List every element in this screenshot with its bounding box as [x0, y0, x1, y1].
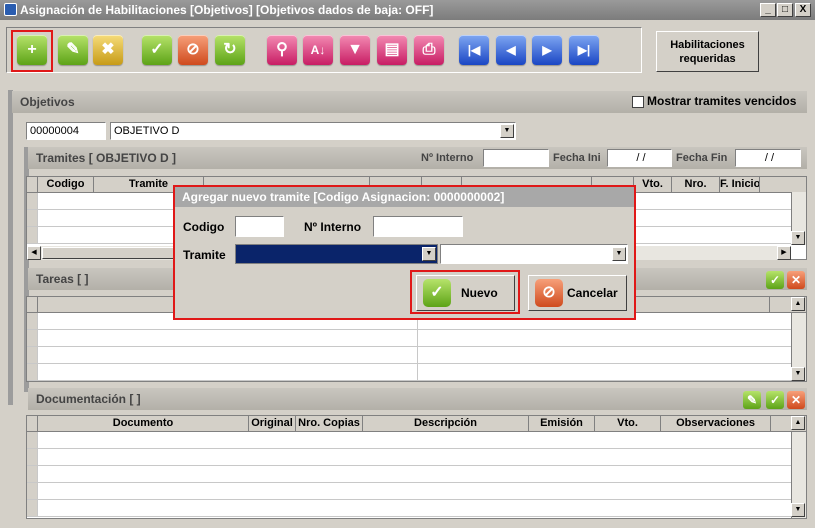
nuevo-label: Nuevo — [461, 286, 498, 300]
dialog-tramite-label: Tramite — [183, 248, 226, 262]
col-nro[interactable]: Nro. — [672, 177, 720, 192]
tramites-interno-field[interactable] — [483, 149, 549, 167]
last-record-button[interactable]: ▶| — [569, 35, 599, 65]
cancelar-label: Cancelar — [567, 286, 618, 300]
col-documento[interactable]: Documento — [38, 416, 249, 431]
col-nro-copias[interactable]: Nro. Copias — [296, 416, 363, 431]
accept-button[interactable]: ✓ — [142, 35, 172, 65]
documentacion-grid[interactable]: Documento Original Nro. Copias Descripci… — [26, 415, 807, 519]
col-original[interactable]: Original — [249, 416, 296, 431]
documentacion-title: Documentación [ ] — [36, 392, 141, 406]
dialog-tramite-select[interactable] — [235, 244, 438, 264]
cancelar-button[interactable]: ⊘ Cancelar — [528, 275, 627, 311]
cancel-edit-button[interactable]: ⊘ — [178, 35, 208, 65]
table-row[interactable] — [27, 483, 806, 500]
table-row[interactable] — [27, 347, 806, 364]
table-row[interactable] — [27, 449, 806, 466]
table-row[interactable] — [27, 466, 806, 483]
nuevo-button[interactable]: ✓ Nuevo — [416, 275, 515, 311]
documentacion-scroll-down[interactable]: ▼ — [791, 503, 805, 517]
table-row[interactable] — [27, 500, 806, 517]
fecha-ini-field[interactable]: / / — [607, 149, 672, 167]
documentacion-scroll-up[interactable]: ▲ — [791, 416, 805, 430]
first-record-button[interactable]: |◀ — [459, 35, 489, 65]
sort-button[interactable]: A↓ — [303, 35, 333, 65]
dialog-codigo-input[interactable] — [235, 216, 284, 237]
col-vto[interactable]: Vto. — [634, 177, 672, 192]
tramites-scroll-down[interactable]: ▼ — [791, 231, 805, 245]
table-row[interactable] — [27, 330, 806, 347]
tramites-scroll-left[interactable]: ◀ — [27, 246, 41, 260]
col-observaciones[interactable]: Observaciones — [661, 416, 771, 431]
documentacion-accept-icon[interactable]: ✓ — [766, 391, 784, 409]
clipboard-button[interactable]: ▤ — [377, 35, 407, 65]
documentacion-header: Documentación [ ] — [28, 388, 807, 410]
tramites-interno-label: Nº Interno — [421, 152, 474, 164]
app-icon — [4, 3, 17, 16]
table-row[interactable] — [27, 364, 806, 381]
table-row[interactable] — [27, 432, 806, 449]
nuevo-check-icon: ✓ — [423, 279, 451, 307]
col-f-inicio[interactable]: F. Inicio — [720, 177, 760, 192]
documentacion-edit-icon[interactable]: ✎ — [743, 391, 761, 409]
col-vto-doc[interactable]: Vto. — [595, 416, 661, 431]
documentacion-cancel-icon[interactable]: ✕ — [787, 391, 805, 409]
objetivo-code-field[interactable]: 00000004 — [26, 122, 106, 140]
objetivo-name-select[interactable]: OBJETIVO D — [110, 122, 516, 140]
window-title: Asignación de Habilitaciones [Objetivos]… — [20, 3, 434, 17]
tareas-cancel-icon[interactable]: ✕ — [787, 271, 805, 289]
minimize-button[interactable]: _ — [760, 3, 776, 17]
dialog-interno-input[interactable] — [373, 216, 463, 237]
edit-button[interactable]: ✎ — [58, 35, 88, 65]
tareas-scroll-down[interactable]: ▼ — [791, 367, 805, 381]
col-codigo[interactable]: Codigo — [38, 177, 94, 192]
dialog-tramite-detail-select[interactable] — [440, 244, 628, 264]
tareas-scroll-up[interactable]: ▲ — [791, 297, 805, 311]
dialog-tramite-detail-arrow[interactable]: ▼ — [612, 247, 626, 261]
dialog-tramite-dropdown-arrow[interactable]: ▼ — [422, 247, 436, 261]
dialog-codigo-label: Codigo — [183, 220, 225, 234]
add-button[interactable]: + — [17, 35, 47, 65]
documentacion-grid-header: Documento Original Nro. Copias Descripci… — [27, 416, 806, 432]
prev-record-button[interactable]: ◀ — [496, 35, 526, 65]
habilitaciones-requeridas-button[interactable]: Habilitaciones requeridas — [656, 31, 759, 72]
tareas-accept-icon[interactable]: ✓ — [766, 271, 784, 289]
tramites-title: Tramites [ OBJETIVO D ] — [36, 151, 177, 165]
dialog-title: Agregar nuevo tramite [Codigo Asignacion… — [175, 187, 634, 207]
window-title-bar: Asignación de Habilitaciones [Objetivos]… — [0, 0, 815, 20]
tareas-title: Tareas [ ] — [36, 272, 89, 286]
refresh-button[interactable]: ↻ — [215, 35, 245, 65]
tramites-scroll-right[interactable]: ▶ — [777, 246, 791, 260]
col-emision[interactable]: Emisión — [529, 416, 595, 431]
dialog-interno-label: Nº Interno — [304, 220, 362, 234]
cancelar-icon: ⊘ — [535, 279, 563, 307]
tree-connector — [8, 90, 13, 405]
objetivo-dropdown-arrow[interactable]: ▼ — [500, 124, 514, 138]
next-record-button[interactable]: ▶ — [532, 35, 562, 65]
fecha-ini-label: Fecha Ini — [553, 152, 601, 164]
mostrar-vencidos-checkbox[interactable] — [632, 96, 644, 108]
filter-button[interactable]: ▼ — [340, 35, 370, 65]
search-button[interactable]: ⚲ — [267, 35, 297, 65]
close-button[interactable]: X — [795, 3, 811, 17]
objetivo-name-value: OBJETIVO D — [114, 125, 180, 137]
delete-button[interactable]: ✖ — [93, 35, 123, 65]
fecha-fin-field[interactable]: / / — [735, 149, 801, 167]
col-descripcion[interactable]: Descripción — [363, 416, 529, 431]
fecha-fin-label: Fecha Fin — [676, 152, 728, 164]
objetivos-title: Objetivos — [20, 95, 75, 109]
print-button[interactable]: ⎙ — [414, 35, 444, 65]
mostrar-vencidos-label: Mostrar tramites vencidos — [647, 94, 797, 108]
maximize-button[interactable]: □ — [777, 3, 793, 17]
